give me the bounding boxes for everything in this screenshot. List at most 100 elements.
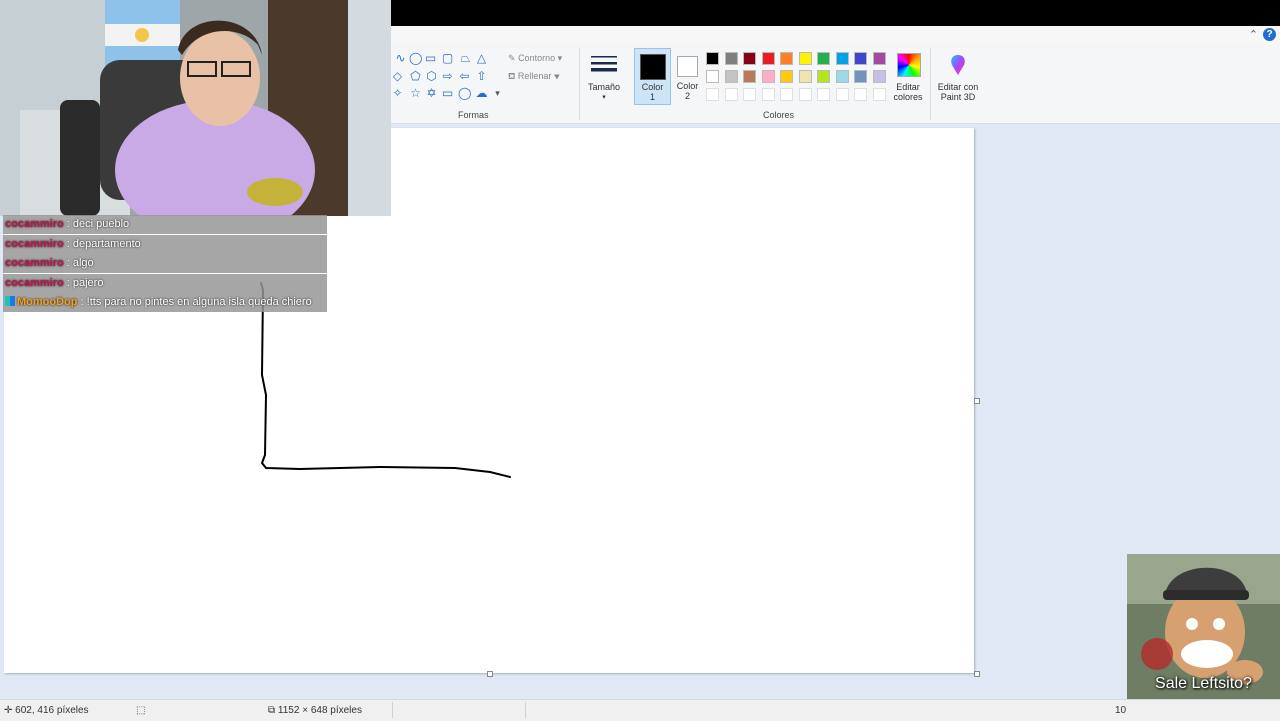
size-dropdown-icon[interactable]: ▾ bbox=[587, 92, 621, 103]
edit-colors-button[interactable]: Editar colores bbox=[893, 52, 923, 110]
custom-color-slot[interactable] bbox=[724, 88, 738, 101]
palette-swatch[interactable] bbox=[706, 52, 719, 65]
ribbon-separator bbox=[930, 48, 931, 120]
palette-swatch[interactable] bbox=[817, 52, 830, 65]
five-point-star-shape-icon[interactable]: ☆ bbox=[409, 87, 422, 99]
zoom-level[interactable]: 10 bbox=[1115, 705, 1126, 716]
bucket-icon: ⛾ bbox=[508, 71, 516, 81]
color1-button[interactable]: Color 1 bbox=[634, 48, 671, 105]
left-arrow-shape-icon[interactable]: ⇦ bbox=[458, 70, 471, 82]
chat-text: : departamento bbox=[63, 237, 141, 250]
status-separator bbox=[525, 702, 526, 718]
color2-button[interactable]: Color 2 bbox=[670, 48, 705, 103]
paint3d-icon bbox=[951, 55, 965, 75]
rounded-rectangle-shape-icon[interactable]: ▢ bbox=[441, 52, 454, 64]
canvas-resize-handle-corner[interactable] bbox=[974, 671, 980, 677]
custom-color-slot[interactable] bbox=[761, 88, 775, 101]
custom-color-slot[interactable] bbox=[780, 88, 793, 101]
palette-swatch[interactable] bbox=[743, 52, 756, 65]
chat-message: cocammiro : algo bbox=[3, 254, 327, 274]
palette-swatch[interactable] bbox=[872, 70, 886, 83]
palette-swatch[interactable] bbox=[817, 70, 830, 83]
window-chrome: ⌃ ? bbox=[391, 26, 1280, 45]
chat-text: : !tts para no pintes en alguna isla que… bbox=[77, 296, 312, 309]
badge-caption: Sale Leftsito? bbox=[1155, 675, 1252, 692]
oval-shape-icon[interactable]: ◯ bbox=[409, 52, 422, 64]
palette-swatch[interactable] bbox=[743, 70, 756, 83]
cursor-position: ✛ 602, 416 píxeles bbox=[4, 705, 89, 716]
hexagon-shape-icon[interactable]: ⬡ bbox=[425, 70, 438, 82]
palette-swatch[interactable] bbox=[798, 70, 812, 83]
status-bar: ✛ 602, 416 píxeles ⬚ ⧉ 1152 × 648 píxele… bbox=[0, 699, 1280, 721]
outline-button[interactable]: ✎ Contorno ▾ bbox=[508, 53, 562, 64]
chat-text: : deci pueblo bbox=[63, 218, 130, 230]
up-arrow-shape-icon[interactable]: ⇧ bbox=[475, 70, 488, 82]
webcam-overlay bbox=[0, 0, 391, 216]
palette-swatch[interactable] bbox=[854, 70, 867, 83]
palette-swatch[interactable] bbox=[761, 70, 775, 83]
curve-shape-icon[interactable]: ∿ bbox=[394, 52, 407, 64]
palette-swatch[interactable] bbox=[835, 52, 849, 65]
four-point-star-shape-icon[interactable]: ✧ bbox=[391, 87, 404, 99]
cloud-callout-shape-icon[interactable]: ☁ bbox=[475, 87, 488, 99]
chat-badge-icon bbox=[5, 296, 15, 307]
chat-username: MomooDop bbox=[17, 296, 78, 309]
right-arrow-shape-icon[interactable]: ⇨ bbox=[441, 70, 454, 82]
custom-color-slot[interactable] bbox=[817, 88, 830, 101]
custom-color-slot[interactable] bbox=[706, 88, 719, 101]
diamond-shape-icon[interactable]: ◇ bbox=[391, 70, 404, 82]
chat-message: cocammiro : pajero bbox=[3, 273, 327, 293]
chat-username: cocammiro bbox=[5, 276, 64, 289]
custom-color-slot[interactable] bbox=[835, 88, 849, 101]
selection-size-icon: ⬚ bbox=[136, 705, 146, 716]
status-separator bbox=[392, 702, 393, 718]
color-palette bbox=[706, 52, 891, 101]
color1-number: 1 bbox=[649, 92, 655, 102]
chat-message: MomooDop : !tts para no pintes en alguna… bbox=[3, 293, 327, 313]
palette-swatch[interactable] bbox=[706, 70, 719, 83]
fill-button[interactable]: ⛾ Rellenar ▾ bbox=[508, 71, 560, 83]
chat-username: cocammiro bbox=[5, 237, 64, 250]
triangle-shape-icon[interactable]: △ bbox=[475, 52, 488, 64]
rainbow-icon bbox=[897, 53, 921, 77]
palette-swatch[interactable] bbox=[872, 52, 886, 65]
palette-swatch[interactable] bbox=[724, 52, 738, 65]
custom-color-slot[interactable] bbox=[854, 88, 867, 101]
polygon-shape-icon[interactable]: ⏢ bbox=[459, 52, 472, 64]
chat-text: : algo bbox=[63, 257, 94, 270]
rectangle-shape-icon[interactable]: ▭ bbox=[424, 52, 437, 64]
rounded-callout-shape-icon[interactable]: ▭ bbox=[441, 87, 454, 99]
canvas-resize-handle-right[interactable] bbox=[974, 398, 980, 404]
palette-swatch[interactable] bbox=[854, 52, 867, 65]
oval-callout-shape-icon[interactable]: ◯ bbox=[458, 87, 471, 99]
help-icon[interactable]: ? bbox=[1263, 28, 1276, 41]
collapse-ribbon-icon[interactable]: ⌃ bbox=[1249, 28, 1258, 41]
palette-swatch[interactable] bbox=[724, 70, 738, 83]
ribbon: ∿ ◯ ▭ ▢ ⏢ △ ◇ ⬠ ⬡ ⇨ ⇦ ⇧ ✧ ☆ ✡ ▭ ◯ ☁ ▾ ✎ … bbox=[391, 44, 1280, 124]
custom-color-slot[interactable] bbox=[872, 88, 886, 101]
color2-number: 2 bbox=[684, 91, 690, 101]
palette-swatch[interactable] bbox=[780, 52, 793, 65]
shapes-group-label: Formas bbox=[458, 110, 489, 120]
shapes-more-icon[interactable]: ▾ bbox=[491, 88, 504, 99]
six-point-star-shape-icon[interactable]: ✡ bbox=[425, 87, 438, 99]
custom-color-slot[interactable] bbox=[743, 88, 756, 101]
chat-message: cocammiro : departamento bbox=[3, 234, 327, 254]
pencil-icon: ✎ bbox=[508, 53, 516, 63]
palette-swatch[interactable] bbox=[780, 70, 793, 83]
chat-username: cocammiro bbox=[5, 257, 64, 270]
edit-paint3d-button[interactable]: Editar con Paint 3D bbox=[934, 52, 982, 110]
palette-swatch[interactable] bbox=[835, 70, 849, 83]
palette-swatch[interactable] bbox=[798, 52, 812, 65]
palette-swatch[interactable] bbox=[761, 52, 775, 65]
color2-swatch bbox=[677, 56, 698, 77]
crosshair-icon: ✛ bbox=[4, 705, 13, 716]
custom-color-slot[interactable] bbox=[798, 88, 812, 101]
chat-username: cocammiro bbox=[5, 218, 64, 230]
pentagon-shape-icon[interactable]: ⬠ bbox=[409, 70, 422, 82]
line-size-icon bbox=[591, 56, 617, 72]
size-button[interactable] bbox=[590, 54, 620, 81]
chat-message: cocammiro : deci pueblo bbox=[3, 215, 327, 234]
canvas-resize-handle-bottom[interactable] bbox=[487, 671, 493, 677]
color1-swatch bbox=[640, 54, 666, 80]
